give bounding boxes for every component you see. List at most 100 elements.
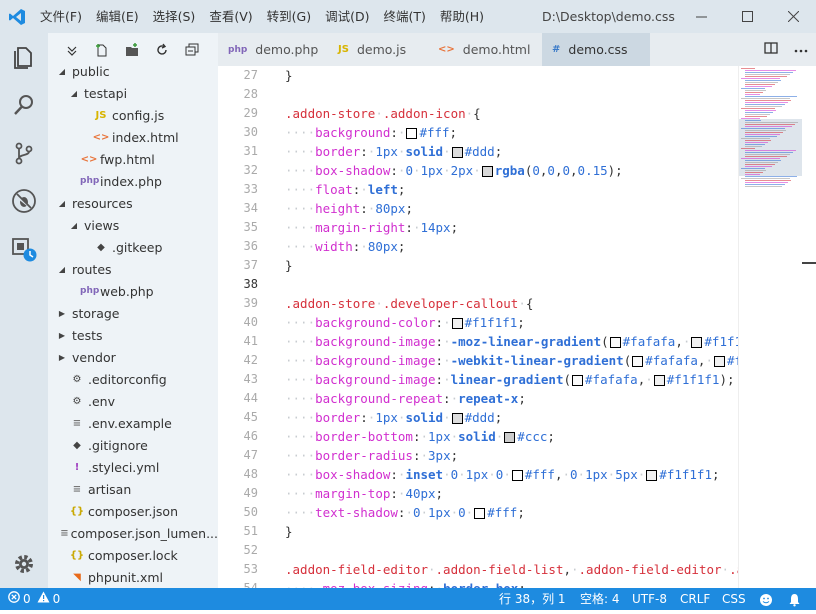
code-line[interactable]: ····background-repeat:·repeat-x; <box>285 389 738 408</box>
collapse-icon[interactable] <box>64 42 80 58</box>
indentation[interactable]: 空格: 4 <box>580 588 620 610</box>
code-line[interactable]: ····width:·80px; <box>285 237 738 256</box>
code-line[interactable]: } <box>285 522 738 541</box>
tree-item[interactable]: ◢ routes <box>48 258 218 280</box>
code-line[interactable]: ····height:·80px; <box>285 199 738 218</box>
close-icon[interactable] <box>770 0 816 33</box>
code-line[interactable]: .addon-store·.developer-callout·{ <box>285 294 738 313</box>
language-mode[interactable]: CSS <box>722 588 746 610</box>
tree-item[interactable]: ⚙ .env <box>48 390 218 412</box>
tree-item[interactable]: ◢ public <box>48 60 218 82</box>
color-swatch[interactable] <box>474 508 486 519</box>
tree-item[interactable]: ▶ vendor <box>48 346 218 368</box>
tree-item[interactable]: ≡ artisan <box>48 478 218 500</box>
code-line[interactable]: ····margin-right:·14px; <box>285 218 738 237</box>
code-line[interactable]: .addon-store·.addon-icon·{ <box>285 104 738 123</box>
color-swatch[interactable] <box>572 375 584 386</box>
tree-item[interactable]: php index.php <box>48 170 218 192</box>
code-line[interactable]: ····box-shadow:·0·1px·2px· rgba(0,0,0,0.1… <box>285 161 738 180</box>
code-line[interactable] <box>285 85 738 104</box>
code-line[interactable]: ····text-shadow:·0·1px·0· #fff; <box>285 503 738 522</box>
tree-item[interactable]: ▶ storage <box>48 302 218 324</box>
tree-item[interactable]: <> index.html <box>48 126 218 148</box>
minimize-icon[interactable] <box>678 0 724 33</box>
color-swatch[interactable] <box>713 356 725 367</box>
smiley-icon[interactable] <box>759 592 773 614</box>
tree-item[interactable]: <> fwp.html <box>48 148 218 170</box>
color-swatch[interactable] <box>632 356 644 367</box>
color-swatch[interactable] <box>653 375 665 386</box>
tree-item[interactable]: {} composer.lock <box>48 544 218 566</box>
color-swatch[interactable] <box>451 413 463 424</box>
tree-item[interactable]: ≡ composer.json_lumen... <box>48 522 218 544</box>
tab-demo-html[interactable]: <> demo.html <box>428 33 542 66</box>
maximize-icon[interactable] <box>724 0 770 33</box>
code-line[interactable]: ····border:·1px·solid· #ddd; <box>285 142 738 161</box>
problems-indicator[interactable]: 0 0 <box>8 588 60 610</box>
tree-item[interactable]: ◥ phpunit.xml <box>48 566 218 588</box>
more-actions-icon[interactable] <box>786 42 816 57</box>
code-line[interactable]: ····border-radius:·3px; <box>285 446 738 465</box>
tree-item[interactable]: ▶ tests <box>48 324 218 346</box>
menu-item[interactable]: 转到(G) <box>260 0 318 33</box>
code-line[interactable]: ····background-image:·linear-gradient(#f… <box>285 370 738 389</box>
color-swatch[interactable] <box>646 470 658 481</box>
menu-item[interactable]: 文件(F) <box>33 0 89 33</box>
code-line[interactable] <box>285 541 738 560</box>
code-line[interactable]: ····margin-top:·40px; <box>285 484 738 503</box>
tab-demo-php[interactable]: php demo.php <box>218 33 328 66</box>
code-line[interactable]: } <box>285 66 738 85</box>
color-swatch[interactable] <box>481 166 493 177</box>
bell-icon[interactable] <box>788 592 801 614</box>
tree-item[interactable]: JS config.js <box>48 104 218 126</box>
encoding[interactable]: UTF-8 <box>632 588 667 610</box>
tree-item[interactable]: ◢ resources <box>48 192 218 214</box>
refresh-icon[interactable] <box>154 42 170 58</box>
settings-gear-icon[interactable] <box>0 540 48 588</box>
color-swatch[interactable] <box>451 318 463 329</box>
collapse-all-icon[interactable] <box>184 42 200 58</box>
new-folder-icon[interactable] <box>124 42 140 58</box>
code-line[interactable]: ····-moz-box-sizing:·border-box; <box>285 579 738 588</box>
source-control-icon[interactable] <box>0 129 48 177</box>
tree-item[interactable]: ◢ views <box>48 214 218 236</box>
minimap[interactable] <box>738 66 803 588</box>
tree-item[interactable]: ⚙ .editorconfig <box>48 368 218 390</box>
menu-item[interactable]: 编辑(E) <box>89 0 146 33</box>
tree-item[interactable]: ◆ .gitkeep <box>48 236 218 258</box>
menu-item[interactable]: 调试(D) <box>318 0 376 33</box>
tree-item[interactable]: ! .styleci.yml <box>48 456 218 478</box>
menu-item[interactable]: 选择(S) <box>146 0 203 33</box>
menu-item[interactable]: 帮助(H) <box>433 0 491 33</box>
split-editor-icon[interactable] <box>756 41 786 59</box>
new-file-icon[interactable] <box>94 42 110 58</box>
code-line[interactable]: ····background-image:·-webkit-linear-gra… <box>285 351 738 370</box>
tree-item[interactable]: ≡ .env.example <box>48 412 218 434</box>
color-swatch[interactable] <box>691 337 703 348</box>
explorer-icon[interactable] <box>0 33 48 81</box>
tree-item[interactable]: php web.php <box>48 280 218 302</box>
code-editor[interactable]: 27 28 29 30 31 32 33 34 35 36 37 38 39 40 41 42 43 44 45 46… <box>218 66 738 588</box>
debug-icon[interactable] <box>0 177 48 225</box>
code-line[interactable]: ····border-bottom:·1px·solid· #ccc; <box>285 427 738 446</box>
code-content[interactable]: } .addon-store·.addon-icon·{····backgroun… <box>285 66 738 588</box>
vertical-scrollbar[interactable] <box>802 66 816 588</box>
menu-item[interactable]: 终端(T) <box>376 0 432 33</box>
color-swatch[interactable] <box>451 147 463 158</box>
tree-item[interactable]: ◢ testapi <box>48 82 218 104</box>
code-line[interactable]: .addon-field-editor·.addon-field-list,·.… <box>285 560 738 579</box>
code-line[interactable]: ····float:·left; <box>285 180 738 199</box>
code-line[interactable]: ····background:· #fff; <box>285 123 738 142</box>
tree-item[interactable]: {} composer.json <box>48 500 218 522</box>
color-swatch[interactable] <box>609 337 621 348</box>
code-line[interactable]: ····background-color:· #f1f1f1; <box>285 313 738 332</box>
color-swatch[interactable] <box>511 470 523 481</box>
tab-demo-css[interactable]: # demo.css <box>542 33 650 66</box>
code-line[interactable]: ····border:·1px·solid· #ddd; <box>285 408 738 427</box>
search-icon[interactable] <box>0 81 48 129</box>
color-swatch[interactable] <box>406 128 418 139</box>
code-line[interactable] <box>285 275 738 294</box>
code-line[interactable]: } <box>285 256 738 275</box>
end-of-line[interactable]: CRLF <box>680 588 710 610</box>
tab-demo-js[interactable]: JS demo.js <box>328 33 428 66</box>
